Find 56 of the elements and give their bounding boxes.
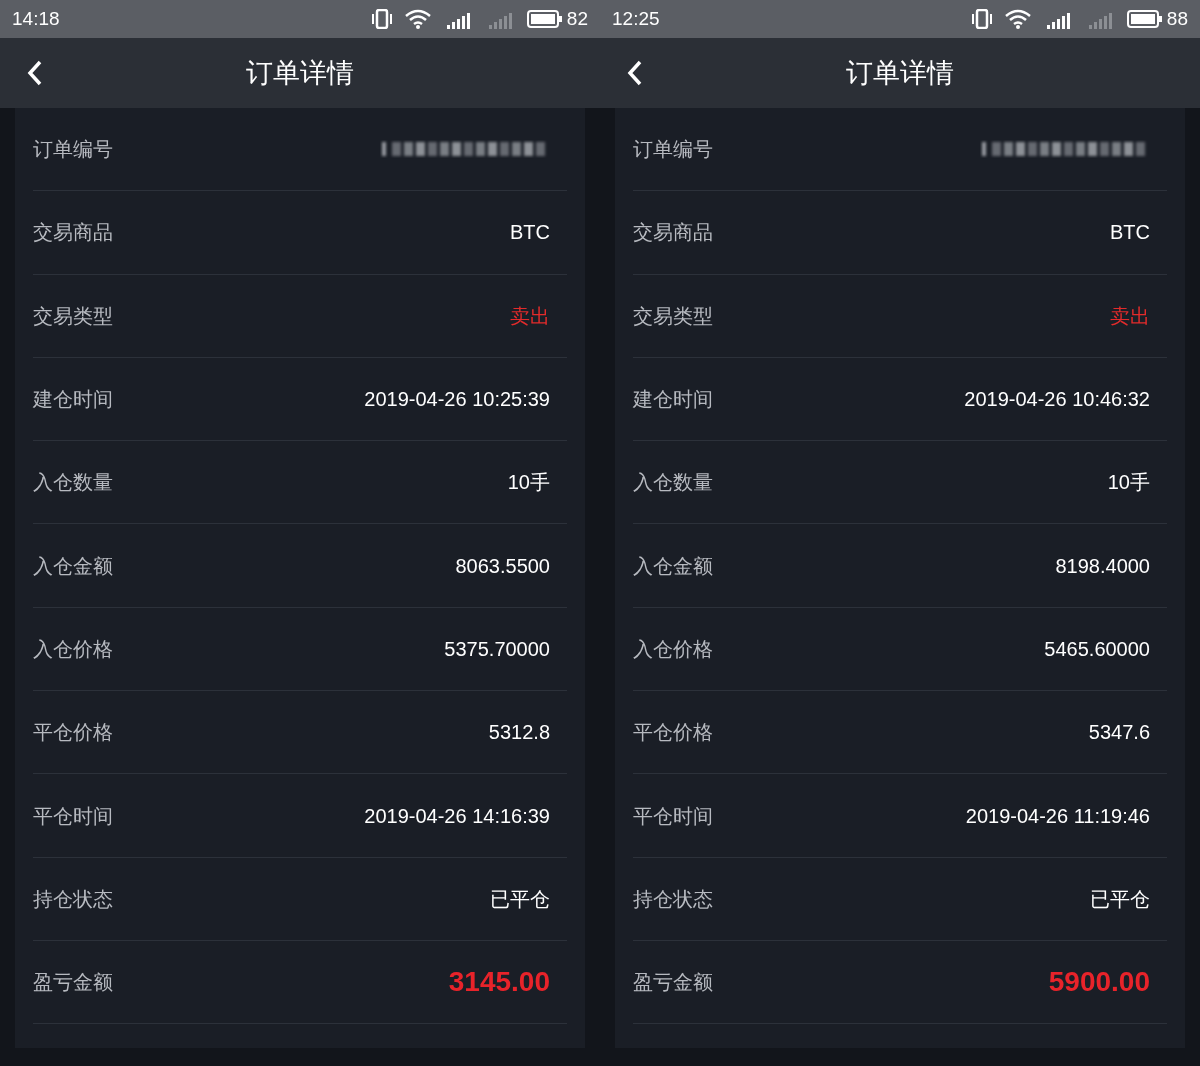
status-time: 14:18 bbox=[12, 6, 60, 31]
row-label: 平仓时间 bbox=[33, 803, 113, 829]
row-label: 入仓价格 bbox=[633, 636, 713, 662]
row-value: 2019-04-26 10:25:39 bbox=[364, 387, 550, 413]
page-title: 订单详情 bbox=[846, 56, 954, 90]
vibrate-icon bbox=[970, 9, 993, 29]
row-label: 持仓状态 bbox=[33, 886, 113, 912]
row-value: 5347.6 bbox=[1088, 720, 1150, 746]
row-label: 入仓金额 bbox=[33, 553, 113, 579]
battery-level: 82 bbox=[566, 6, 588, 31]
row-label: 交易类型 bbox=[33, 303, 113, 329]
row-label: 订单编号 bbox=[633, 137, 713, 163]
back-icon bbox=[627, 60, 643, 86]
row-value: 2019-04-26 11:19:46 bbox=[965, 803, 1150, 829]
row-label: 入仓数量 bbox=[633, 470, 713, 496]
profit-value: 3145.00 bbox=[448, 965, 550, 1000]
row-value: 5312.8 bbox=[488, 720, 550, 746]
row-label: 持仓状态 bbox=[633, 886, 713, 912]
row-value: 8063.5500 bbox=[455, 553, 550, 579]
wifi-icon bbox=[404, 9, 431, 29]
row-label: 盈亏金额 bbox=[33, 970, 113, 996]
page-title: 订单详情 bbox=[246, 56, 354, 90]
row-value: 卖出 bbox=[1110, 303, 1150, 329]
row-value: 2019-04-26 14:16:39 bbox=[364, 803, 550, 829]
row-value: 10手 bbox=[507, 470, 550, 496]
row-value: 已平仓 bbox=[1090, 886, 1150, 912]
row-label: 建仓时间 bbox=[33, 387, 113, 413]
row-label: 交易类型 bbox=[633, 303, 713, 329]
vibrate-icon bbox=[370, 9, 393, 29]
profit-value: 5900.00 bbox=[1048, 965, 1150, 1000]
back-icon bbox=[27, 60, 43, 86]
row-label: 交易商品 bbox=[33, 220, 113, 246]
row-label: 平仓时间 bbox=[633, 803, 713, 829]
battery-icon bbox=[526, 9, 563, 29]
row-value: 已平仓 bbox=[490, 886, 550, 912]
row-label: 建仓时间 bbox=[633, 387, 713, 413]
row-value: 5375.70000 bbox=[444, 636, 550, 662]
battery-icon bbox=[1126, 9, 1163, 29]
row-label: 入仓价格 bbox=[33, 636, 113, 662]
row-value: 卖出 bbox=[510, 303, 550, 329]
row-value: 10手 bbox=[1107, 470, 1150, 496]
row-value: 8198.4000 bbox=[1055, 553, 1150, 579]
row-label: 订单编号 bbox=[33, 137, 113, 163]
row-value: BTC bbox=[1110, 220, 1150, 246]
row-label: 盈亏金额 bbox=[633, 970, 713, 996]
row-label: 平仓价格 bbox=[33, 720, 113, 746]
battery-level: 88 bbox=[1166, 6, 1188, 31]
row-label: 交易商品 bbox=[633, 220, 713, 246]
status-time: 12:25 bbox=[612, 6, 660, 31]
row-value: 5465.60000 bbox=[1044, 636, 1150, 662]
row-label: 平仓价格 bbox=[633, 720, 713, 746]
row-value: 2019-04-26 10:46:32 bbox=[964, 387, 1150, 413]
row-label: 入仓金额 bbox=[633, 553, 713, 579]
row-value: BTC bbox=[510, 220, 550, 246]
wifi-icon bbox=[1004, 9, 1031, 29]
row-label: 入仓数量 bbox=[33, 470, 113, 496]
